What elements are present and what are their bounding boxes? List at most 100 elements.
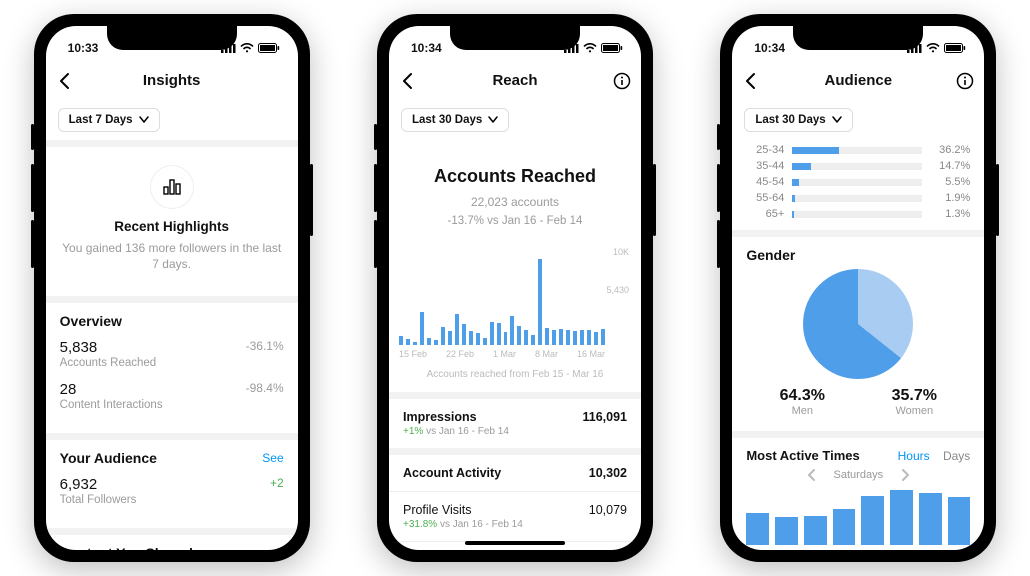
row-value: 116,091 bbox=[582, 410, 627, 424]
chart-bar bbox=[559, 329, 563, 345]
metric-value: 28 bbox=[60, 381, 163, 398]
age-label: 55-64 bbox=[746, 192, 784, 204]
chart-bar bbox=[601, 329, 605, 345]
age-pct: 14.7% bbox=[930, 160, 970, 172]
x-tick: 15 Feb bbox=[399, 349, 427, 359]
info-button[interactable] bbox=[956, 62, 974, 99]
metric-label: Total Followers bbox=[60, 494, 137, 506]
most-active-heading: Most Active Times bbox=[746, 448, 859, 463]
metric-delta: +2 bbox=[270, 476, 284, 490]
chart-bar bbox=[448, 331, 452, 345]
chart-bar bbox=[517, 326, 521, 345]
row-delta: +1% bbox=[403, 426, 423, 437]
overview-content-interactions[interactable]: 28 Content Interactions -98.4% bbox=[60, 381, 284, 411]
page-title: Insights bbox=[143, 72, 201, 89]
row-delta: +31.8% bbox=[403, 519, 437, 530]
chart-bar bbox=[833, 509, 856, 545]
see-all-link[interactable]: See bbox=[262, 451, 283, 465]
page-title: Audience bbox=[825, 72, 893, 89]
chart-bar bbox=[538, 259, 542, 345]
age-label: 35-44 bbox=[746, 160, 784, 172]
chart-bar bbox=[427, 338, 431, 345]
y-tick: 5,430 bbox=[606, 285, 629, 295]
battery-icon bbox=[258, 43, 280, 53]
metric-label: Accounts Reached bbox=[60, 357, 157, 369]
impressions-row[interactable]: Impressions +1% vs Jan 16 - Feb 14 116,0… bbox=[389, 392, 641, 448]
wifi-icon bbox=[926, 43, 940, 53]
back-button[interactable] bbox=[742, 62, 760, 99]
age-pct: 5.5% bbox=[930, 176, 970, 188]
info-button[interactable] bbox=[613, 62, 631, 99]
gender-pie-chart bbox=[803, 269, 913, 379]
x-tick: 9p bbox=[960, 549, 970, 550]
x-tick: 3p bbox=[902, 549, 912, 550]
wifi-icon bbox=[583, 43, 597, 53]
chart-bar bbox=[587, 330, 591, 345]
date-range-selector[interactable]: Last 30 Days bbox=[401, 108, 509, 132]
status-time: 10:33 bbox=[68, 41, 99, 55]
x-axis-labels: 15 Feb22 Feb1 Mar8 Mar16 Mar bbox=[399, 349, 605, 359]
overview-accounts-reached[interactable]: 5,838 Accounts Reached -36.1% bbox=[60, 339, 284, 369]
chart-bar bbox=[510, 316, 514, 345]
x-axis-labels: 12a3a6a9a12p3p6p9p bbox=[746, 549, 970, 550]
x-tick: 6p bbox=[931, 549, 941, 550]
chart-caption: Accounts reached from Feb 15 - Mar 16 bbox=[389, 369, 641, 380]
tab-days[interactable]: Days bbox=[943, 449, 970, 463]
chart-bar bbox=[775, 517, 798, 545]
active-day: Saturdays bbox=[834, 469, 884, 481]
metric-label: Content Interactions bbox=[60, 399, 163, 411]
chevron-down-icon bbox=[832, 115, 842, 125]
x-tick: 9a bbox=[839, 549, 849, 550]
chart-bar bbox=[531, 335, 535, 345]
content-shared-heading: Content You Shared bbox=[60, 545, 284, 550]
metric-value: 5,838 bbox=[60, 339, 157, 356]
chart-bar bbox=[746, 513, 769, 545]
reach-hero-count: 22,023 accounts bbox=[399, 195, 631, 209]
chart-bar bbox=[406, 339, 410, 345]
x-tick: 22 Feb bbox=[446, 349, 474, 359]
age-row: 65+1.3% bbox=[732, 206, 984, 222]
chart-bar bbox=[524, 330, 528, 345]
row-delta-ref: vs Jan 16 - Feb 14 bbox=[426, 426, 509, 437]
age-row: 35-44 14.7% bbox=[732, 158, 984, 174]
age-pct: 1.9% bbox=[930, 192, 970, 204]
age-track bbox=[792, 179, 922, 186]
gender-men-label: Men bbox=[780, 405, 825, 417]
x-tick: 1 Mar bbox=[493, 349, 516, 359]
date-range-selector[interactable]: Last 30 Days bbox=[744, 108, 852, 132]
profile-visits-row[interactable]: Profile Visits +31.8% vs Jan 16 - Feb 14… bbox=[389, 491, 641, 541]
row-label: Impressions bbox=[403, 410, 509, 424]
chart-bar bbox=[420, 312, 424, 345]
battery-icon bbox=[944, 43, 966, 53]
x-tick: 3a bbox=[780, 549, 790, 550]
chart-bar bbox=[566, 330, 570, 345]
home-indicator[interactable] bbox=[465, 541, 565, 545]
account-activity-row[interactable]: Account Activity 10,302 bbox=[389, 448, 641, 491]
reach-bar-chart: 10K 5,430 bbox=[399, 247, 631, 345]
back-button[interactable] bbox=[399, 62, 417, 99]
prev-day-button[interactable] bbox=[806, 469, 818, 481]
status-time: 10:34 bbox=[411, 41, 442, 55]
chart-bar bbox=[434, 340, 438, 345]
row-value: 10,079 bbox=[589, 503, 627, 517]
age-label: 65+ bbox=[746, 208, 784, 220]
date-range-selector[interactable]: Last 7 Days bbox=[58, 108, 160, 132]
chart-bar bbox=[861, 496, 884, 545]
row-label: Profile Visits bbox=[403, 503, 523, 517]
chart-bar bbox=[545, 328, 549, 345]
age-row: 25-3436.2% bbox=[732, 142, 984, 158]
chart-bar bbox=[455, 314, 459, 345]
age-track bbox=[792, 211, 922, 218]
age-label: 45-54 bbox=[746, 176, 784, 188]
chart-bar bbox=[890, 490, 913, 545]
chart-bar bbox=[490, 322, 494, 345]
reach-hero-delta: -13.7% vs Jan 16 - Feb 14 bbox=[399, 215, 631, 227]
next-day-button[interactable] bbox=[899, 469, 911, 481]
age-track bbox=[792, 147, 922, 154]
back-button[interactable] bbox=[56, 62, 74, 99]
gender-heading: Gender bbox=[746, 247, 970, 263]
gender-men-pct: 64.3% bbox=[780, 387, 825, 405]
tab-hours[interactable]: Hours bbox=[898, 449, 930, 463]
audience-total-followers[interactable]: 6,932 Total Followers +2 bbox=[60, 476, 284, 506]
wifi-icon bbox=[240, 43, 254, 53]
